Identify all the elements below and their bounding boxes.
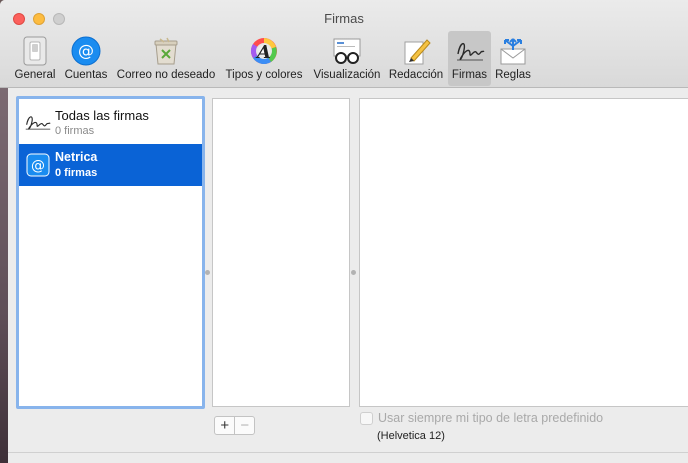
account-row-netrica[interactable]: @ Netrica 0 firmas [19, 144, 202, 186]
splitter-handle[interactable] [205, 270, 210, 275]
signature-editor[interactable] [359, 98, 688, 407]
toolbar-label: Correo no deseado [116, 69, 216, 81]
toolbar-label: Reglas [495, 69, 531, 81]
toolbar-item-reglas[interactable]: Reglas [492, 31, 534, 86]
account-name: Netrica [55, 150, 98, 164]
account-row-todas-las-firmas[interactable]: Todas las firmas 0 firmas [19, 102, 202, 144]
signature-icon [24, 110, 52, 136]
toolbar-item-general[interactable]: General [10, 31, 60, 86]
toolbar-item-visualizacion[interactable]: Visualización [310, 31, 384, 86]
pencil-paper-icon [399, 34, 433, 68]
toolbar-label: Firmas [451, 69, 488, 81]
glasses-icon [330, 34, 364, 68]
junk-bin-icon [149, 34, 183, 68]
toolbar-item-tipos-y-colores[interactable]: A Tipos y colores [222, 31, 306, 86]
toolbar-label: Redacción [388, 69, 444, 81]
default-font-label: Usar siempre mi tipo de letra predefinid… [378, 411, 604, 425]
default-font-note: (Helvetica 12) [377, 430, 445, 442]
svg-text:@: @ [31, 158, 45, 174]
desktop-background [0, 88, 8, 463]
remove-signature-button[interactable]: − [234, 417, 254, 434]
account-signature-count: 0 firmas [55, 125, 95, 137]
toolbar-item-cuentas[interactable]: @ Cuentas [62, 31, 110, 86]
signatures-panel: Todas las firmas 0 firmas @ Netrica 0 fi… [0, 88, 688, 463]
account-name: Todas las firmas [55, 108, 149, 123]
svg-text:@: @ [78, 41, 94, 60]
preferences-window: Firmas General @ Cuentas Correo no desea… [0, 0, 688, 463]
rules-envelope-icon [496, 34, 530, 68]
toolbar-label: General [14, 69, 56, 81]
titlebar: Firmas General @ Cuentas Correo no desea… [0, 0, 688, 88]
default-font-checkbox[interactable] [360, 411, 373, 425]
at-sign-icon: @ [24, 152, 52, 178]
at-sign-icon: @ [69, 34, 103, 68]
account-signature-count: 0 firmas [55, 167, 98, 179]
divider [0, 452, 688, 453]
toolbar-item-firmas[interactable]: Firmas [448, 31, 491, 86]
signature-icon [453, 34, 487, 68]
toolbar-label: Tipos y colores [225, 69, 303, 81]
add-remove-control: + − [214, 416, 255, 435]
toolbar-label: Cuentas [64, 69, 108, 81]
accounts-list[interactable]: Todas las firmas 0 firmas @ Netrica 0 fi… [16, 96, 205, 409]
toolbar-item-correo-no-deseado[interactable]: Correo no deseado [114, 31, 218, 86]
font-color-wheel-icon: A [247, 34, 281, 68]
toolbar-item-redaccion[interactable]: Redacción [386, 31, 446, 86]
splitter-handle[interactable] [351, 270, 356, 275]
toolbar-label: Visualización [313, 69, 381, 81]
switch-icon [18, 34, 52, 68]
signatures-list[interactable] [212, 98, 350, 407]
default-font-option[interactable]: Usar siempre mi tipo de letra predefinid… [360, 411, 603, 425]
window-title: Firmas [324, 11, 364, 26]
add-signature-button[interactable]: + [215, 417, 234, 434]
svg-text:A: A [255, 42, 271, 63]
